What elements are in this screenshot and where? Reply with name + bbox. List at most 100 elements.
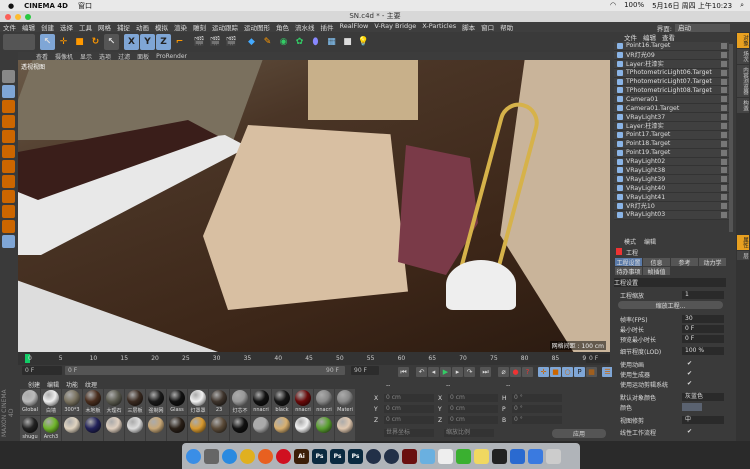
current-frame-field[interactable]: 0 F [22,366,62,375]
goto-start-button[interactable]: ⏮ [398,367,409,377]
menu-item[interactable]: 脚本 [462,22,475,32]
visibility-checkbox[interactable] [721,211,727,218]
stickies-icon[interactable] [474,448,489,464]
menu-item[interactable]: 渲染 [174,22,187,32]
side-tab[interactable]: 属性 [737,234,749,250]
light-icon[interactable]: 💡 [356,34,371,50]
side-tab[interactable]: 场次 [737,49,749,64]
coord-system-dropdown[interactable]: 世界坐标 [384,429,434,437]
finder-icon[interactable] [186,448,201,464]
object-row[interactable]: VRayLight40 [614,184,729,194]
use-generators-checkbox[interactable]: ✔ [687,370,692,377]
menu-item[interactable]: 运动图形 [244,22,270,32]
visibility-checkbox[interactable] [721,42,727,49]
cinema4d-icon[interactable] [366,448,381,464]
record-key-button[interactable]: ⌀ [498,367,509,377]
y-axis-button[interactable]: Y [140,34,155,50]
menu-item[interactable]: 捕捉 [117,22,130,32]
magnet-icon[interactable] [2,220,15,233]
wifi-icon[interactable]: ◠ [610,1,616,11]
object-row[interactable]: VRayLight38 [614,166,729,176]
menu-item[interactable]: 模拟 [155,22,168,32]
default-object-color-field[interactable]: 灰蓝色 [682,393,724,401]
photoshop-icon[interactable]: Ps [330,448,345,464]
rotate-tool-icon[interactable]: ↻ [88,34,103,50]
apply-button[interactable]: 应用 [552,429,606,438]
side-tab[interactable]: 内容浏览器 [737,65,749,97]
visibility-checkbox[interactable] [721,105,727,112]
object-row[interactable]: Point19.Target [614,148,729,158]
lod-field[interactable]: 100 % [682,347,724,355]
menu-item[interactable]: 帮助 [500,22,513,32]
material-swatch[interactable]: 木地板 [83,389,103,415]
camera-icon[interactable]: ■ [340,34,355,50]
tweak-mode-icon[interactable] [2,175,15,188]
object-menu-item[interactable]: 编辑 [643,32,656,42]
use-motion-system-checkbox[interactable]: ✔ [687,380,692,387]
attr-tab[interactable]: 信息 [643,258,670,267]
menu-item[interactable]: 角色 [276,22,289,32]
search-icon[interactable]: ⌕ [740,1,744,11]
floor-icon[interactable]: ▦ [324,34,339,50]
zoom-button[interactable] [25,14,31,20]
menu-item[interactable]: X-Particles [422,22,456,32]
trash-icon[interactable] [546,448,561,464]
keyframe-selection-button[interactable]: ? [522,367,533,377]
object-row[interactable]: Layer:柱漆实 [614,122,729,131]
battery[interactable]: 100% [624,1,644,11]
material-swatch[interactable]: Arch3 [41,416,61,441]
linear-workflow-checkbox[interactable]: ✔ [687,428,692,435]
wechat-icon[interactable] [456,448,471,464]
material-swatch[interactable]: 三层板 [125,389,145,415]
material-swatch[interactable] [167,416,187,441]
key-pla-button[interactable]: ▦ [586,367,597,377]
menu-item[interactable]: 创建 [41,22,54,32]
texture-mode-icon[interactable] [2,100,15,113]
cloner-icon[interactable]: ✿ [292,34,307,50]
pen-icon[interactable]: ✎ [260,34,275,50]
attr-menu-item[interactable]: 模式 [624,237,636,246]
render-picture-viewer-icon[interactable]: 🎬 [208,34,223,50]
menu-item[interactable]: 运动跟踪 [212,22,238,32]
object-scrollbar[interactable] [729,44,733,232]
material-swatch[interactable]: nnacri [314,389,334,415]
min-time-field[interactable]: 0 F [682,325,724,333]
acrobat-icon[interactable] [402,448,417,464]
material-swatch[interactable]: Glass [167,389,187,415]
visibility-checkbox[interactable] [721,60,727,67]
object-row[interactable]: VRayLight02 [614,157,729,167]
menu-item[interactable]: 文件 [3,22,16,32]
side-tab[interactable]: 层 [737,250,749,260]
material-menu-item[interactable]: 功能 [66,380,78,389]
material-swatch[interactable] [251,416,271,441]
baidu-netdisk-icon[interactable] [528,448,543,464]
layout-dropdown[interactable]: 启动 [675,24,730,32]
chrome-icon[interactable] [240,448,255,464]
material-swatch[interactable]: nnacri [293,389,313,415]
visibility-checkbox[interactable] [721,176,727,183]
visibility-checkbox[interactable] [721,78,727,85]
menu-item[interactable]: 工具 [79,22,92,32]
coord-field[interactable]: 0 cm [448,416,498,424]
edges-mode-icon[interactable] [2,130,15,143]
object-row[interactable]: TPhotometricLight08.Target [614,86,729,96]
visibility-checkbox[interactable] [721,69,727,76]
object-row[interactable]: VR灯光10 [614,202,729,211]
coord-field[interactable]: 0 cm [384,394,434,402]
side-tab[interactable]: 构造 [737,97,749,113]
minimize-button[interactable] [15,14,21,20]
next-key-button[interactable]: ↷ [464,367,475,377]
material-swatch[interactable]: nnacri [251,389,271,415]
coord-field[interactable]: 0 ° [512,394,562,402]
viewport-menu-item[interactable]: ProRender [156,53,187,60]
next-frame-button[interactable]: ▸ [452,367,463,377]
vectornator-icon[interactable] [420,448,435,464]
material-swatch[interactable] [293,416,313,441]
launchpad-icon[interactable] [204,448,219,464]
close-button[interactable] [5,14,11,20]
visibility-checkbox[interactable] [721,87,727,94]
visibility-checkbox[interactable] [721,149,727,156]
model-mode-icon[interactable] [2,85,15,98]
material-menu-item[interactable]: 编辑 [47,380,59,389]
material-swatch[interactable] [188,416,208,441]
